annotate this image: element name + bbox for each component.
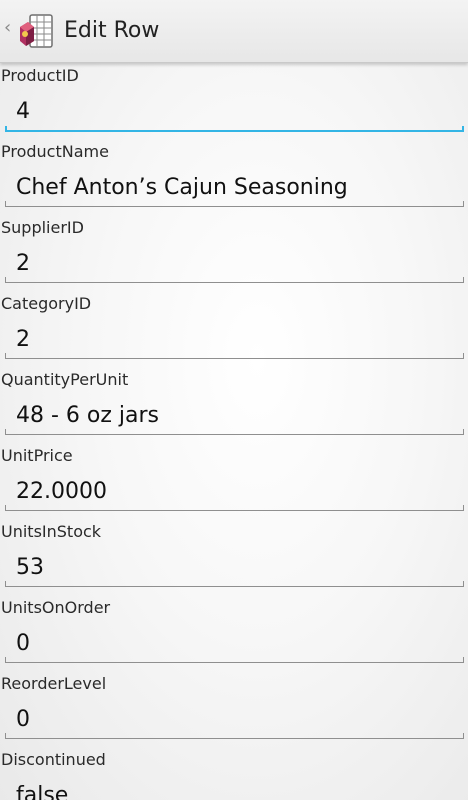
field-unitprice: UnitPrice 22.0000 [0, 442, 468, 518]
reorderlevel-input[interactable]: 0 [5, 702, 464, 739]
field-value: 2 [16, 327, 30, 352]
field-label: CategoryID [1, 294, 92, 313]
field-label: Discontinued [1, 750, 106, 769]
field-value: false [16, 783, 69, 800]
field-value: 0 [16, 631, 30, 656]
field-quantityperunit: QuantityPerUnit 48 - 6 oz jars [0, 366, 468, 442]
field-label: UnitsInStock [1, 522, 102, 541]
action-bar: ‹ Edit Row [0, 0, 468, 63]
field-unitsinstock: UnitsInStock 53 [0, 518, 468, 594]
field-value: 53 [16, 555, 44, 580]
field-productid: ProductID 4 [0, 62, 468, 138]
productid-input[interactable]: 4 [5, 94, 464, 132]
field-reorderlevel: ReorderLevel 0 [0, 670, 468, 746]
field-value: Chef Anton’s Cajun Seasoning [16, 175, 348, 200]
unitsinstock-input[interactable]: 53 [5, 550, 464, 587]
field-label: ProductID [1, 66, 79, 85]
field-label: ReorderLevel [1, 674, 107, 693]
field-productname: ProductName Chef Anton’s Cajun Seasoning [0, 138, 468, 214]
field-label: QuantityPerUnit [1, 370, 129, 389]
field-value: 48 - 6 oz jars [16, 403, 160, 428]
field-label: UnitPrice [1, 446, 73, 465]
discontinued-input[interactable]: false [5, 778, 464, 800]
field-label: ProductName [1, 142, 109, 161]
unitprice-input[interactable]: 22.0000 [5, 474, 464, 511]
quantityperunit-input[interactable]: 48 - 6 oz jars [5, 398, 464, 435]
chevron-left-icon[interactable]: ‹ [4, 18, 11, 38]
categoryid-input[interactable]: 2 [5, 322, 464, 359]
productname-input[interactable]: Chef Anton’s Cajun Seasoning [5, 170, 464, 207]
unitsonorder-input[interactable]: 0 [5, 626, 464, 663]
database-table-icon[interactable] [16, 13, 56, 51]
field-value: 22.0000 [16, 479, 107, 504]
field-label: SupplierID [1, 218, 84, 237]
field-label: UnitsOnOrder [1, 598, 111, 617]
field-categoryid: CategoryID 2 [0, 290, 468, 366]
field-unitsonorder: UnitsOnOrder 0 [0, 594, 468, 670]
supplierid-input[interactable]: 2 [5, 246, 464, 283]
field-value: 0 [16, 707, 30, 732]
field-supplierid: SupplierID 2 [0, 214, 468, 290]
page-title: Edit Row [64, 18, 160, 43]
field-value: 2 [16, 251, 30, 276]
field-discontinued: Discontinued false [0, 746, 468, 800]
edit-row-form: ProductID 4 ProductName Chef Anton’s Caj… [0, 62, 468, 800]
field-value: 4 [16, 99, 30, 124]
